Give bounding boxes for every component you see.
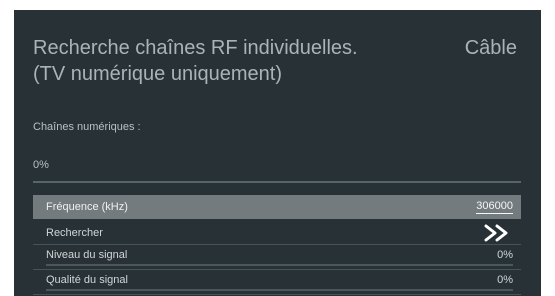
scan-progress-bar xyxy=(33,181,521,183)
search-label: Rechercher xyxy=(46,227,103,239)
signal-quality-value: 0% xyxy=(497,274,513,286)
signal-quality-label: Qualité du signal xyxy=(46,274,128,286)
search-row[interactable]: Rechercher xyxy=(33,222,521,245)
frequency-input[interactable]: 306000 xyxy=(476,199,513,214)
scan-progress-text: 0% xyxy=(33,159,49,171)
digital-channels-label: Chaînes numériques : xyxy=(33,121,141,133)
double-chevron-right-icon[interactable] xyxy=(483,222,513,244)
signal-quality-meter xyxy=(46,289,513,291)
signal-type-label: Câble xyxy=(464,37,517,59)
signal-level-label: Niveau du signal xyxy=(46,249,128,261)
signal-level-meter xyxy=(46,264,513,266)
frequency-row[interactable]: Fréquence (kHz) 306000 xyxy=(33,195,521,219)
signal-level-row: Niveau du signal 0% xyxy=(33,247,521,270)
signal-quality-row: Qualité du signal 0% xyxy=(33,272,521,295)
tv-settings-screen: Recherche chaînes RF individuelles. (TV … xyxy=(14,10,541,296)
signal-level-value: 0% xyxy=(497,249,513,261)
frequency-label: Fréquence (kHz) xyxy=(46,201,128,213)
page-title: Recherche chaînes RF individuelles. (TV … xyxy=(33,37,358,85)
